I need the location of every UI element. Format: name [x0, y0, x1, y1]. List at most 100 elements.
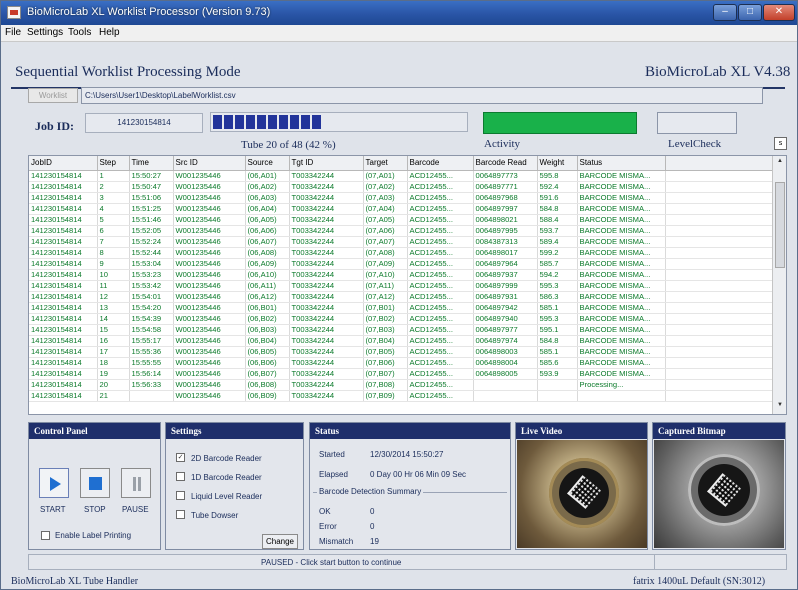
table-row[interactable]: 141230154814 10 15:53:23 W001235446 (06,A10)…	[29, 269, 773, 281]
table-cell: W001235446	[173, 214, 246, 226]
table-row[interactable]: 141230154814 3 15:51:06 W001235446 (06,A03) T…	[29, 192, 773, 204]
table-cell: (06,A10)	[245, 269, 290, 281]
table-row[interactable]: 141230154814 21 W001235446 (06,B09) T0033422…	[29, 390, 773, 402]
worklist-button[interactable]: Worklist	[28, 88, 78, 103]
scroll-thumb[interactable]	[775, 182, 785, 268]
table-cell: 141230154814	[29, 368, 98, 380]
table-cell-filler	[665, 335, 773, 347]
menu-tools[interactable]: Tools	[68, 27, 91, 38]
table-cell: (07,A05)	[363, 214, 408, 226]
table-cell: (06,B05)	[245, 346, 290, 358]
table-cell: 15:56:14	[129, 368, 174, 380]
table-row[interactable]: 141230154814 9 15:53:04 W001235446 (06,A09) T…	[29, 258, 773, 270]
table-row[interactable]: 141230154814 4 15:51:25 W001235446 (06,A04) T…	[29, 203, 773, 215]
checkbox-1d-barcode-reader[interactable]	[176, 472, 185, 481]
table-row[interactable]: 141230154814 14 15:54:39 W001235446 (06,B02)…	[29, 313, 773, 325]
menu-file[interactable]: File	[5, 27, 21, 38]
table-cell: 141230154814	[29, 280, 98, 292]
scroll-down-icon[interactable]: ▼	[775, 402, 785, 412]
tube-progress-bar	[210, 112, 468, 132]
checkbox-liquid-level-reader[interactable]	[176, 491, 185, 500]
table-cell: BARCODE MISMA...	[577, 302, 666, 314]
table-cell: 19	[97, 368, 130, 380]
column-header[interactable]: Tgt ID	[289, 156, 364, 171]
table-row[interactable]: 141230154814 13 15:54:20 W001235446 (06,B01)…	[29, 302, 773, 314]
checkbox-2d-barcode-reader[interactable]: ✓	[176, 453, 185, 462]
table-cell: 12	[97, 291, 130, 303]
table-row[interactable]: 141230154814 17 15:55:36 W001235446 (06,B05)…	[29, 346, 773, 358]
table-row[interactable]: 141230154814 19 15:56:14 W001235446 (06,B07)…	[29, 368, 773, 380]
level-check-label: LevelCheck	[668, 138, 722, 150]
table-cell: 0064898003	[473, 346, 538, 358]
table-row[interactable]: 141230154814 5 15:51:46 W001235446 (06,A05) T…	[29, 214, 773, 226]
table-cell: (06,A02)	[245, 181, 290, 193]
grid-scrollbar[interactable]: ▲ ▼	[772, 156, 786, 414]
change-button[interactable]: Change	[262, 534, 298, 549]
table-cell: 1	[97, 170, 130, 182]
table-row[interactable]: 141230154814 6 15:52:05 W001235446 (06,A06) T…	[29, 225, 773, 237]
close-button[interactable]: ✕	[763, 4, 795, 21]
column-header[interactable]: JobID	[29, 156, 98, 171]
table-cell: W001235446	[173, 247, 246, 259]
table-row[interactable]: 141230154814 12 15:54:01 W001235446 (06,A12)…	[29, 291, 773, 303]
table-cell-filler	[665, 247, 773, 259]
column-header[interactable]: Source	[245, 156, 290, 171]
column-header[interactable]: Weight	[537, 156, 578, 171]
table-cell: BARCODE MISMA...	[577, 313, 666, 325]
table-row[interactable]: 141230154814 7 15:52:24 W001235446 (06,A07) T…	[29, 236, 773, 248]
table-cell: W001235446	[173, 379, 246, 391]
table-cell: 17	[97, 346, 130, 358]
table-cell: (06,A09)	[245, 258, 290, 270]
title-bar[interactable]: BioMicroLab XL Worklist Processor (Versi…	[1, 1, 797, 25]
table-cell: (06,A11)	[245, 280, 290, 292]
table-cell: 589.4	[537, 236, 578, 248]
table-row[interactable]: 141230154814 1 15:50:27 W001235446 (06,A01) T…	[29, 170, 773, 182]
table-row[interactable]: 141230154814 2 15:50:47 W001235446 (06,A02) T…	[29, 181, 773, 193]
scroll-up-icon[interactable]: ▲	[775, 158, 785, 168]
table-row[interactable]: 141230154814 15 15:54:58 W001235446 (06,B03)…	[29, 324, 773, 336]
table-cell: T003342244	[289, 236, 364, 248]
status-panel: Status Started 12/30/2014 15:50:27 Elaps…	[309, 422, 511, 550]
started-label: Started	[319, 450, 345, 459]
table-cell: (07,A10)	[363, 269, 408, 281]
menu-settings[interactable]: Settings	[27, 27, 63, 38]
column-header[interactable]: Status	[577, 156, 666, 171]
enable-label-printing-checkbox[interactable]	[41, 531, 50, 540]
column-header[interactable]: Src ID	[173, 156, 246, 171]
pause-label: PAUSE	[122, 505, 149, 514]
table-cell: W001235446	[173, 335, 246, 347]
stop-button[interactable]	[80, 468, 110, 498]
column-header[interactable]: Target	[363, 156, 408, 171]
column-header[interactable]: Barcode	[407, 156, 474, 171]
table-cell: ACD12455...	[407, 357, 474, 369]
table-cell: 15:52:24	[129, 236, 174, 248]
minimize-button[interactable]: –	[713, 4, 737, 21]
start-button[interactable]	[39, 468, 69, 498]
table-cell: 588.4	[537, 214, 578, 226]
table-cell: 0064897964	[473, 258, 538, 270]
worklist-path-field[interactable]: C:\Users\User1\Desktop\LabelWorklist.csv	[81, 87, 763, 104]
table-cell: (06,B04)	[245, 335, 290, 347]
menu-help[interactable]: Help	[99, 27, 120, 38]
table-row[interactable]: 141230154814 20 15:56:33 W001235446 (06,B08)…	[29, 379, 773, 391]
window-title: BioMicroLab XL Worklist Processor (Versi…	[27, 6, 271, 18]
table-row[interactable]: 141230154814 18 15:55:55 W001235446 (06,B06)…	[29, 357, 773, 369]
table-cell: 0064897974	[473, 335, 538, 347]
table-cell: 15:55:55	[129, 357, 174, 369]
table-row[interactable]: 141230154814 16 15:55:17 W001235446 (06,B04)…	[29, 335, 773, 347]
table-row[interactable]: 141230154814 11 15:53:42 W001235446 (06,A11)…	[29, 280, 773, 292]
table-cell: 16	[97, 335, 130, 347]
table-cell: T003342244	[289, 390, 364, 402]
column-header[interactable]: Step	[97, 156, 130, 171]
small-toggle-box[interactable]: s	[774, 137, 787, 150]
pause-button[interactable]	[121, 468, 151, 498]
column-header[interactable]: Barcode Read	[473, 156, 538, 171]
table-cell: 593.7	[537, 225, 578, 237]
column-header[interactable]: Time	[129, 156, 174, 171]
table-cell: ACD12455...	[407, 258, 474, 270]
enable-label-printing-label: Enable Label Printing	[55, 531, 132, 540]
worklist-grid[interactable]: JobID Step Time Src ID Source Tgt ID Target Bar…	[28, 155, 787, 415]
checkbox-tube-dowser[interactable]	[176, 510, 185, 519]
table-row[interactable]: 141230154814 8 15:52:44 W001235446 (06,A08) T…	[29, 247, 773, 259]
maximize-button[interactable]: □	[738, 4, 762, 21]
